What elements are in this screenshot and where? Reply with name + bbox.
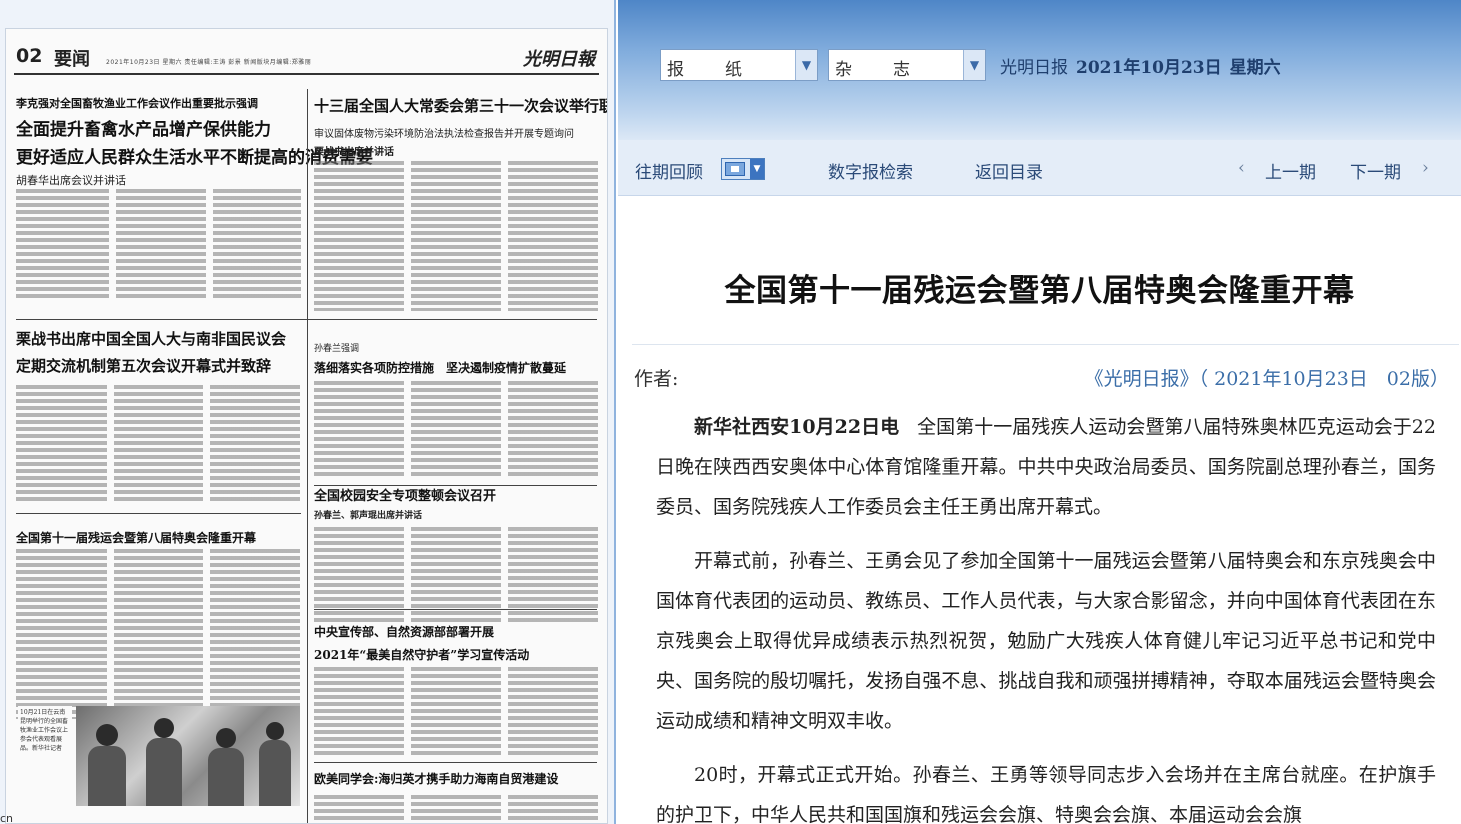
headline-a-kicker[interactable]: 李克强对全国畜牧渔业工作会议作出重要批示强调 bbox=[16, 95, 258, 111]
horizontal-rule bbox=[16, 513, 301, 514]
article-paragraph-2: 开幕式前，孙春兰、王勇会见了参加全国第十一届残运会暨第八届特奥会和东京残奥会中国… bbox=[656, 550, 1436, 732]
article-h-text-col3[interactable] bbox=[508, 795, 598, 823]
article-paragraph-3: 20时，开幕式正式开始。孙春兰、王勇等领导同志步入会场并在主席台就座。在护旗手的… bbox=[656, 764, 1436, 824]
article-a-text-col1[interactable] bbox=[16, 189, 116, 301]
article-g-text-col3[interactable] bbox=[508, 667, 598, 757]
article-dateline: 新华社西安10月22日电 bbox=[694, 416, 900, 438]
back-to-toc-link[interactable]: 返回目录 bbox=[975, 158, 1043, 183]
article-e-text-col2[interactable] bbox=[114, 549, 210, 719]
photo-figure bbox=[146, 738, 182, 806]
headline-b-sub2: 栗战书出席并讲话 bbox=[314, 147, 394, 158]
digital-search-link[interactable]: 数字报检索 bbox=[828, 158, 913, 183]
article-e-text-col3[interactable] bbox=[210, 549, 300, 719]
calendar-picker[interactable]: ▼ bbox=[721, 158, 765, 180]
dateline-date: 2021年10月23日 bbox=[1076, 58, 1222, 78]
photo-image bbox=[76, 706, 300, 806]
article-d-text-col3[interactable] bbox=[508, 381, 598, 477]
photo-caption: 10月21日在云南昆明举行的全国畜牧渔业工作会议上参会代表观看展品。新华社记者 bbox=[18, 706, 72, 806]
article-d-text-col1[interactable] bbox=[314, 381, 411, 477]
headline-h-title[interactable]: 欧美同学会:海归英才携手助力海南自贸港建设 bbox=[314, 770, 558, 787]
article-a-text-col2[interactable] bbox=[116, 189, 213, 301]
newspaper-logo: 光明日報 bbox=[523, 49, 595, 70]
article-h-text-col1[interactable] bbox=[314, 795, 411, 823]
divider bbox=[632, 344, 1459, 345]
headline-d-title[interactable]: 落细落实各项防控措施 坚决遏制疫情扩散蔓延 bbox=[314, 359, 566, 376]
newspaper-page-panel: 02 要闻 2021年10月23日 星期六 责任编辑:王涛 彭景 新闻版块月编辑… bbox=[0, 0, 616, 824]
nav-bar: 往期回顾 ▼ 数字报检索 返回目录 ‹ 上一期 下一期 › bbox=[618, 140, 1461, 196]
chevron-down-icon[interactable]: ▼ bbox=[795, 50, 817, 80]
next-issue-link[interactable]: 下一期 bbox=[1350, 158, 1401, 183]
headline-c-title1[interactable]: 栗战书出席中国全国人大与南非国民议会 bbox=[16, 328, 286, 349]
top-banner: 报 纸 ▼ 杂 志 ▼ 光明日报 2021年10月23日 星期六 bbox=[618, 0, 1461, 140]
paper-select[interactable]: 报 纸 ▼ bbox=[660, 49, 818, 81]
photo-figure bbox=[154, 718, 174, 738]
status-bar-text: cn bbox=[0, 812, 14, 824]
dateline-weekday: 星期六 bbox=[1229, 58, 1281, 78]
horizontal-rule bbox=[314, 609, 597, 610]
section-name: 要闻 bbox=[54, 49, 90, 70]
headline-f-title[interactable]: 全国校园安全专项整顿会议召开 bbox=[314, 485, 496, 504]
dateline-paper-name: 光明日报 bbox=[1000, 58, 1068, 78]
news-photo[interactable]: 10月21日在云南昆明举行的全国畜牧渔业工作会议上参会代表观看展品。新华社记者 bbox=[18, 706, 300, 806]
headline-b-title[interactable]: 十三届全国人大常委会第三十一次会议举行联组会议 bbox=[314, 95, 607, 116]
chevron-left-icon: ‹ bbox=[1238, 158, 1245, 178]
article-g-text-col1[interactable] bbox=[314, 667, 411, 757]
photo-figure bbox=[208, 748, 244, 806]
article-a-text-col3[interactable] bbox=[213, 189, 301, 301]
article-c-text-col2[interactable] bbox=[114, 385, 210, 503]
article-h-text-col2[interactable] bbox=[411, 795, 508, 823]
newspaper-masthead: 02 要闻 2021年10月23日 星期六 责任编辑:王涛 彭景 新闻版块月编辑… bbox=[14, 43, 599, 75]
headline-d-kicker: 孙春兰强调 bbox=[314, 344, 360, 354]
headline-a-sub: 胡春华出席会议并讲话 bbox=[16, 174, 126, 187]
newspaper-page-image[interactable]: 02 要闻 2021年10月23日 星期六 责任编辑:王涛 彭景 新闻版块月编辑… bbox=[5, 28, 608, 824]
headline-g-title1[interactable]: 中央宣传部、自然资源部部署开展 bbox=[314, 623, 494, 640]
column-divider bbox=[307, 89, 308, 339]
photo-figure bbox=[96, 724, 118, 746]
headline-g-title2[interactable]: 2021年“最美自然守护者”学习宣传活动 bbox=[314, 646, 529, 663]
photo-figure bbox=[259, 740, 291, 806]
horizontal-rule bbox=[314, 762, 597, 763]
chevron-down-icon[interactable]: ▼ bbox=[963, 50, 985, 80]
article-paragraph: 新华社西安10月22日电 全国第十一届残疾人运动会暨第八届特殊奥林匹克运动会于22… bbox=[656, 407, 1436, 527]
column-divider bbox=[307, 325, 308, 823]
archive-link[interactable]: 往期回顾 bbox=[635, 158, 703, 183]
page-number: 02 bbox=[16, 45, 43, 67]
article-body: 新华社西安10月22日电 全国第十一届残疾人运动会暨第八届特殊奥林匹克运动会于22… bbox=[656, 407, 1436, 824]
headline-f-sub: 孙春兰、郭声琨出席并讲话 bbox=[314, 511, 423, 521]
photo-figure bbox=[216, 728, 236, 748]
photo-figure bbox=[266, 722, 284, 740]
chevron-right-icon: › bbox=[1422, 158, 1429, 178]
article-source: 《光明日报》（ 2021年10月23日 02版） bbox=[1084, 368, 1449, 390]
issue-dateline: 光明日报 2021年10月23日 星期六 bbox=[1000, 53, 1281, 78]
masthead-meta: 2021年10月23日 星期六 责任编辑:王涛 彭景 新闻版块月编辑:郑雅丽 bbox=[106, 59, 312, 66]
article-b-text-col2[interactable] bbox=[411, 161, 508, 311]
article-title: 全国第十一届残运会暨第八届特奥会隆重开幕 bbox=[724, 273, 1355, 309]
paper-select-value: 报 纸 bbox=[667, 60, 754, 80]
article-b-text-col1[interactable] bbox=[314, 161, 411, 311]
horizontal-rule bbox=[16, 319, 597, 320]
chevron-down-icon: ▼ bbox=[750, 159, 764, 179]
article-e-text-col1[interactable] bbox=[16, 549, 114, 719]
calendar-icon bbox=[725, 162, 745, 176]
author-label: 作者: bbox=[634, 368, 679, 390]
article-c-text-col3[interactable] bbox=[210, 385, 300, 503]
article-c-text-col1[interactable] bbox=[16, 385, 114, 503]
headline-c-title2[interactable]: 定期交流机制第五次会议开幕式并致辞 bbox=[16, 355, 271, 376]
headline-a-title1[interactable]: 全面提升畜禽水产品增产保供能力 bbox=[16, 115, 271, 140]
headline-e-title[interactable]: 全国第十一届残运会暨第八届特奥会隆重开幕 bbox=[16, 529, 256, 546]
prev-issue-link[interactable]: 上一期 bbox=[1265, 158, 1316, 183]
magazine-select[interactable]: 杂 志 ▼ bbox=[828, 49, 986, 81]
article-d-text-col2[interactable] bbox=[411, 381, 508, 477]
headline-b-sub1: 审议固体废物污染环境防治法执法检查报告并开展专题询问 bbox=[314, 129, 574, 140]
photo-figure bbox=[88, 746, 126, 806]
article-reader: 报 纸 ▼ 杂 志 ▼ 光明日报 2021年10月23日 星期六 往期回顾 ▼ 数字… bbox=[618, 0, 1461, 824]
article-g-text-col2[interactable] bbox=[411, 667, 508, 757]
magazine-select-value: 杂 志 bbox=[835, 60, 922, 80]
article-b-text-col3[interactable] bbox=[508, 161, 598, 311]
